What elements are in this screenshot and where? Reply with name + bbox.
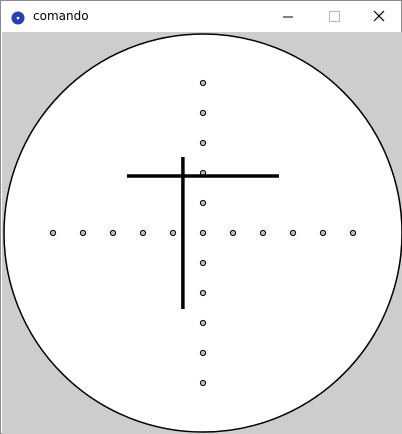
minimize-button[interactable] [265,1,311,32]
axis-dot-vertical [199,289,207,297]
axis-dot-horizontal [109,229,117,237]
axis-dot-vertical [199,319,207,327]
maximize-button[interactable] [311,1,357,32]
axis-dot-vertical [199,349,207,357]
axis-dot-vertical [199,199,207,207]
axis-dot-vertical [199,79,207,87]
close-icon [373,10,385,22]
axis-dot-horizontal [349,229,357,237]
window-title: comando [33,9,89,23]
canvas-area[interactable] [2,32,402,434]
axis-dot-horizontal [289,229,297,237]
axis-dot-horizontal [259,229,267,237]
python-ball-icon [11,10,25,25]
axis-dot-horizontal [169,229,177,237]
app-window: comando [0,0,402,434]
axis-dot-vertical [199,259,207,267]
title-bar[interactable]: comando [1,1,401,32]
axis-dot-vertical [199,109,207,117]
axis-dot-horizontal [199,229,207,237]
maximize-icon [329,11,340,22]
axis-dot-vertical [199,139,207,147]
scope-canvas[interactable] [2,32,402,434]
axis-dot-horizontal [229,229,237,237]
axis-dot-horizontal [49,229,57,237]
close-button[interactable] [356,1,402,32]
axis-dot-horizontal [139,229,147,237]
axis-dot-horizontal [319,229,327,237]
axis-dot-horizontal [79,229,87,237]
minimize-icon [283,16,293,18]
axis-dot-vertical [199,379,207,387]
